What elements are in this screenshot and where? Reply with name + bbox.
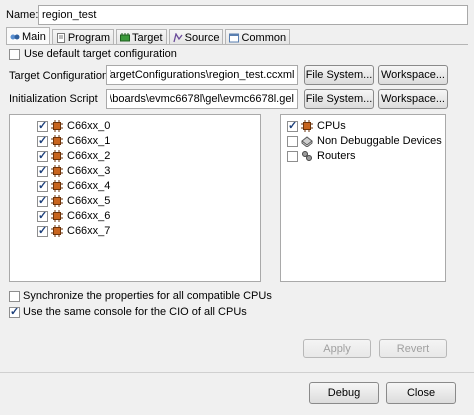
cpu-checkbox[interactable] bbox=[37, 164, 48, 177]
sync-checkbox[interactable] bbox=[9, 291, 20, 302]
footer-separator bbox=[0, 372, 474, 373]
init-script-workspace-button[interactable]: Workspace... bbox=[378, 89, 448, 109]
cpu-checkbox[interactable] bbox=[37, 119, 48, 132]
filter-list-item[interactable]: CPUs bbox=[287, 119, 346, 133]
target-config-workspace-button[interactable]: Workspace... bbox=[378, 65, 448, 85]
cpu-icon bbox=[51, 135, 63, 147]
cpu-checkbox[interactable] bbox=[37, 149, 48, 162]
filter-checkbox[interactable] bbox=[287, 150, 298, 162]
cpu-label: C66xx_7 bbox=[67, 225, 111, 237]
init-script-input[interactable] bbox=[106, 89, 298, 109]
tab-target-label: Target bbox=[132, 31, 163, 44]
tab-common-label: Common bbox=[241, 31, 287, 44]
filter-label: Routers bbox=[317, 150, 356, 162]
cpu-list-item[interactable]: C66xx_0 bbox=[37, 119, 110, 133]
cpu-icon bbox=[51, 150, 63, 162]
target-config-input[interactable] bbox=[106, 65, 298, 85]
revert-button[interactable]: Revert bbox=[379, 339, 447, 358]
tab-source[interactable]: Source bbox=[168, 29, 224, 45]
target-config-label: Target Configuration bbox=[9, 70, 109, 82]
use-default-label: Use default target configuration bbox=[24, 48, 177, 60]
debug-button[interactable]: Debug bbox=[309, 382, 379, 404]
cpu-label: C66xx_1 bbox=[67, 135, 111, 147]
cpu-label: C66xx_5 bbox=[67, 195, 111, 207]
close-button[interactable]: Close bbox=[386, 382, 456, 404]
cpu-checkbox[interactable] bbox=[37, 194, 48, 207]
cpu-list-item[interactable]: C66xx_5 bbox=[37, 194, 110, 208]
init-script-label: Initialization Script bbox=[9, 93, 98, 105]
cpu-list-item[interactable]: C66xx_3 bbox=[37, 164, 110, 178]
cpu-icon bbox=[51, 165, 63, 177]
router-icon bbox=[302, 151, 312, 161]
cpu-label: C66xx_2 bbox=[67, 150, 111, 162]
tab-bar: Main Program Target Source Common bbox=[6, 27, 292, 45]
same-console-checkbox[interactable] bbox=[9, 305, 20, 318]
cpu-icon bbox=[51, 180, 63, 192]
cpu-list-item[interactable]: C66xx_4 bbox=[37, 179, 110, 193]
filter-label: CPUs bbox=[317, 120, 346, 132]
tab-main-label: Main bbox=[22, 30, 46, 43]
cpu-checkbox[interactable] bbox=[37, 179, 48, 192]
filter-list-item[interactable]: Routers bbox=[287, 149, 356, 163]
filter-checkbox[interactable] bbox=[287, 119, 298, 132]
cpu-list-item[interactable]: C66xx_6 bbox=[37, 209, 110, 223]
cpu-list-item[interactable]: C66xx_7 bbox=[37, 224, 110, 238]
target-config-file-system-button[interactable]: File System... bbox=[304, 65, 374, 85]
cpu-icon bbox=[51, 225, 63, 237]
cpu-label: C66xx_3 bbox=[67, 165, 111, 177]
cpu-icon bbox=[51, 195, 63, 207]
cpu-icon bbox=[301, 120, 313, 132]
target-tab-icon bbox=[120, 32, 131, 41]
program-tab-icon bbox=[56, 32, 65, 43]
cpu-list-item[interactable]: C66xx_2 bbox=[37, 149, 110, 163]
source-tab-icon bbox=[172, 32, 183, 42]
tab-main[interactable]: Main bbox=[6, 27, 50, 45]
apply-button[interactable]: Apply bbox=[303, 339, 371, 358]
cpu-icon bbox=[51, 210, 63, 222]
device-icon bbox=[301, 136, 313, 147]
sync-label: Synchronize the properties for all compa… bbox=[23, 290, 272, 302]
cpu-list-item[interactable]: C66xx_1 bbox=[37, 134, 110, 148]
cpu-label: C66xx_6 bbox=[67, 210, 111, 222]
tab-divider bbox=[6, 44, 468, 45]
cpu-checkbox[interactable] bbox=[37, 224, 48, 237]
init-script-file-system-button[interactable]: File System... bbox=[304, 89, 374, 109]
filter-list-item[interactable]: Non Debuggable Devices bbox=[287, 134, 442, 148]
use-default-checkbox[interactable] bbox=[9, 49, 20, 60]
cpu-label: C66xx_0 bbox=[67, 120, 111, 132]
tab-target[interactable]: Target bbox=[116, 29, 167, 45]
name-input[interactable] bbox=[38, 5, 468, 25]
cpu-icon bbox=[51, 120, 63, 132]
tab-source-label: Source bbox=[184, 31, 220, 44]
same-console-label: Use the same console for the CIO of all … bbox=[23, 306, 247, 318]
tab-program-label: Program bbox=[67, 31, 111, 44]
tab-program[interactable]: Program bbox=[51, 29, 115, 45]
cpu-label: C66xx_4 bbox=[67, 180, 111, 192]
filter-checkbox[interactable] bbox=[287, 135, 298, 147]
cpu-checkbox[interactable] bbox=[37, 209, 48, 222]
main-tab-icon bbox=[10, 34, 20, 39]
name-label: Name: bbox=[6, 9, 39, 21]
common-tab-icon bbox=[229, 33, 240, 42]
filter-label: Non Debuggable Devices bbox=[317, 135, 442, 147]
cpu-checkbox[interactable] bbox=[37, 134, 48, 147]
tab-common[interactable]: Common bbox=[225, 29, 291, 45]
